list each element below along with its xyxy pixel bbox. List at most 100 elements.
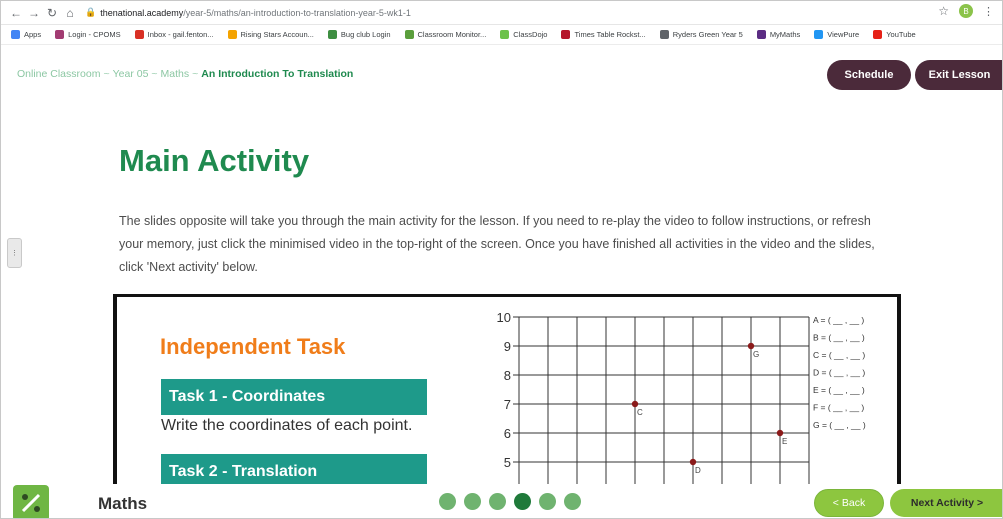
bookmark-item[interactable]: Inbox - gail.fenton... bbox=[134, 30, 214, 39]
maths-subject-icon bbox=[13, 485, 49, 518]
lesson-slide: Independent Task Task 1 - Coordinates Wr… bbox=[113, 294, 901, 484]
url-domain: thenational.academy bbox=[100, 7, 184, 18]
point-marker bbox=[631, 400, 639, 408]
next-activity-button[interactable]: Next Activity > bbox=[890, 489, 1002, 517]
url-path: /year-5/maths/an-introduction-to-transla… bbox=[183, 7, 411, 18]
bookmark-label: Login - CPOMS bbox=[68, 30, 121, 39]
bookmark-label: MyMaths bbox=[769, 30, 801, 39]
breadcrumb: Online Classroom ~ Year 05 ~ Maths ~ An Introd… bbox=[17, 68, 353, 80]
bookmark-item[interactable]: Bug club Login bbox=[327, 30, 391, 39]
bookmark-item[interactable]: ClassDojo bbox=[500, 30, 547, 39]
answer-line: B = ( __ , __ ) bbox=[813, 333, 865, 343]
coordinate-grid: 10 9 8 7 6 5 G C E D A = ( __ , __ ) B = ( __ , __ … bbox=[497, 311, 866, 484]
apps-grid-icon bbox=[11, 30, 20, 39]
cpoms-icon bbox=[55, 30, 65, 39]
bookmark-star-icon[interactable]: ☆ bbox=[938, 4, 949, 18]
answer-line: D = ( __ , __ ) bbox=[813, 368, 865, 378]
reload-icon[interactable]: ↻ bbox=[43, 4, 61, 22]
bookmark-item[interactable]: YouTube bbox=[873, 30, 916, 39]
bookmark-item[interactable]: MyMaths bbox=[756, 30, 801, 39]
answer-line: F = ( __ , __ ) bbox=[813, 403, 864, 413]
bookmarks-bar: Apps Login - CPOMS Inbox - gail.fenton... R… bbox=[1, 25, 1002, 45]
forward-arrow-icon[interactable]: → bbox=[25, 4, 43, 22]
point-marker bbox=[689, 458, 697, 466]
breadcrumb-item[interactable]: Year 05 bbox=[113, 68, 149, 80]
bookmark-item[interactable]: Apps bbox=[11, 30, 41, 39]
progress-dot[interactable] bbox=[464, 493, 481, 510]
youtube-icon bbox=[873, 30, 883, 39]
classroom-monitor-icon bbox=[404, 30, 414, 39]
bookmark-item[interactable]: Ryders Green Year 5 bbox=[659, 30, 743, 39]
progress-dot[interactable] bbox=[514, 493, 531, 510]
task1-title: Task 1 - Coordinates bbox=[161, 379, 427, 415]
task1-description: Write the coordinates of each point. bbox=[161, 417, 413, 434]
y-tick-label: 5 bbox=[504, 455, 511, 470]
point-marker bbox=[747, 342, 755, 350]
answer-line: C = ( __ , __ ) bbox=[813, 350, 865, 360]
bookmark-label: ViewPure bbox=[827, 30, 860, 39]
rising-stars-icon bbox=[227, 30, 237, 39]
y-tick-label: 6 bbox=[504, 426, 511, 441]
page: ← → ↻ ⌂ 🔒 thenational.academy/year-5/mat… bbox=[0, 0, 1003, 519]
progress-dot[interactable] bbox=[489, 493, 506, 510]
progress-dot[interactable] bbox=[539, 493, 556, 510]
gmail-icon bbox=[134, 30, 144, 39]
answer-line: G = ( __ , __ ) bbox=[813, 420, 866, 430]
bug-club-icon bbox=[327, 30, 337, 39]
bookmark-label: YouTube bbox=[886, 30, 916, 39]
url-field[interactable]: thenational.academy/year-5/maths/an-intr… bbox=[100, 8, 411, 18]
classdojo-icon bbox=[500, 30, 510, 39]
point-label: G bbox=[753, 350, 759, 359]
ttrockstars-icon bbox=[561, 30, 571, 39]
point-label: E bbox=[782, 437, 787, 446]
bookmark-label: ClassDojo bbox=[513, 30, 548, 39]
point-label: C bbox=[637, 408, 643, 417]
bookmark-item[interactable]: Times Table Rockst... bbox=[561, 30, 646, 39]
bookmark-item[interactable]: Login - CPOMS bbox=[55, 30, 121, 39]
slide-heading: Independent Task bbox=[160, 334, 346, 359]
back-button[interactable]: < Back bbox=[814, 489, 884, 517]
task2-title: Task 2 - Translation bbox=[161, 454, 427, 484]
progress-dots bbox=[439, 493, 581, 510]
bookmark-label: Rising Stars Accoun... bbox=[240, 30, 314, 39]
breadcrumb-current: An Introduction To Translation bbox=[201, 68, 354, 80]
y-tick-label: 8 bbox=[504, 368, 511, 383]
bookmark-item[interactable]: ViewPure bbox=[814, 30, 859, 39]
page-title: Main Activity bbox=[119, 143, 310, 178]
back-arrow-icon[interactable]: ← bbox=[7, 4, 25, 22]
globe-icon bbox=[659, 30, 669, 39]
viewpure-icon bbox=[814, 30, 824, 39]
home-icon[interactable]: ⌂ bbox=[61, 4, 79, 22]
point-label: D bbox=[695, 466, 701, 475]
y-tick-label: 10 bbox=[497, 311, 511, 325]
lock-icon: 🔒 bbox=[85, 7, 97, 17]
bookmark-label: Bug club Login bbox=[340, 30, 391, 39]
point-marker bbox=[776, 429, 784, 437]
breadcrumb-item[interactable]: Maths bbox=[161, 68, 190, 80]
schedule-button[interactable]: Schedule bbox=[827, 60, 911, 90]
breadcrumb-separator: ~ bbox=[192, 68, 199, 80]
answer-line: E = ( __ , __ ) bbox=[813, 385, 865, 395]
progress-dot[interactable] bbox=[564, 493, 581, 510]
breadcrumb-item[interactable]: Online Classroom bbox=[17, 68, 100, 80]
address-bar: ← → ↻ ⌂ 🔒 thenational.academy/year-5/mat… bbox=[1, 1, 1002, 25]
bookmark-label: Classroom Monitor... bbox=[417, 30, 487, 39]
subject-label: Maths bbox=[98, 494, 148, 513]
browser-menu-icon[interactable]: ⋮ bbox=[983, 5, 994, 18]
breadcrumb-separator: ~ bbox=[151, 68, 158, 80]
exit-lesson-button[interactable]: Exit Lesson bbox=[915, 60, 1002, 90]
y-tick-label: 7 bbox=[504, 397, 511, 412]
bookmark-item[interactable]: Classroom Monitor... bbox=[404, 30, 487, 39]
profile-avatar[interactable]: B bbox=[959, 4, 973, 18]
bookmark-label: Times Table Rockst... bbox=[574, 30, 646, 39]
intro-text: The slides opposite will take you throug… bbox=[119, 214, 875, 274]
bookmark-item[interactable]: Rising Stars Accoun... bbox=[227, 30, 314, 39]
bookmark-label: Inbox - gail.fenton... bbox=[147, 30, 214, 39]
breadcrumb-separator: ~ bbox=[103, 68, 110, 80]
bookmark-label: Ryders Green Year 5 bbox=[672, 30, 743, 39]
answer-line: A = ( __ , __ ) bbox=[813, 315, 864, 325]
y-tick-label: 9 bbox=[504, 339, 511, 354]
expand-sidebar-handle[interactable]: ⋮ bbox=[7, 238, 22, 268]
mymaths-icon bbox=[756, 30, 766, 39]
progress-dot[interactable] bbox=[439, 493, 456, 510]
